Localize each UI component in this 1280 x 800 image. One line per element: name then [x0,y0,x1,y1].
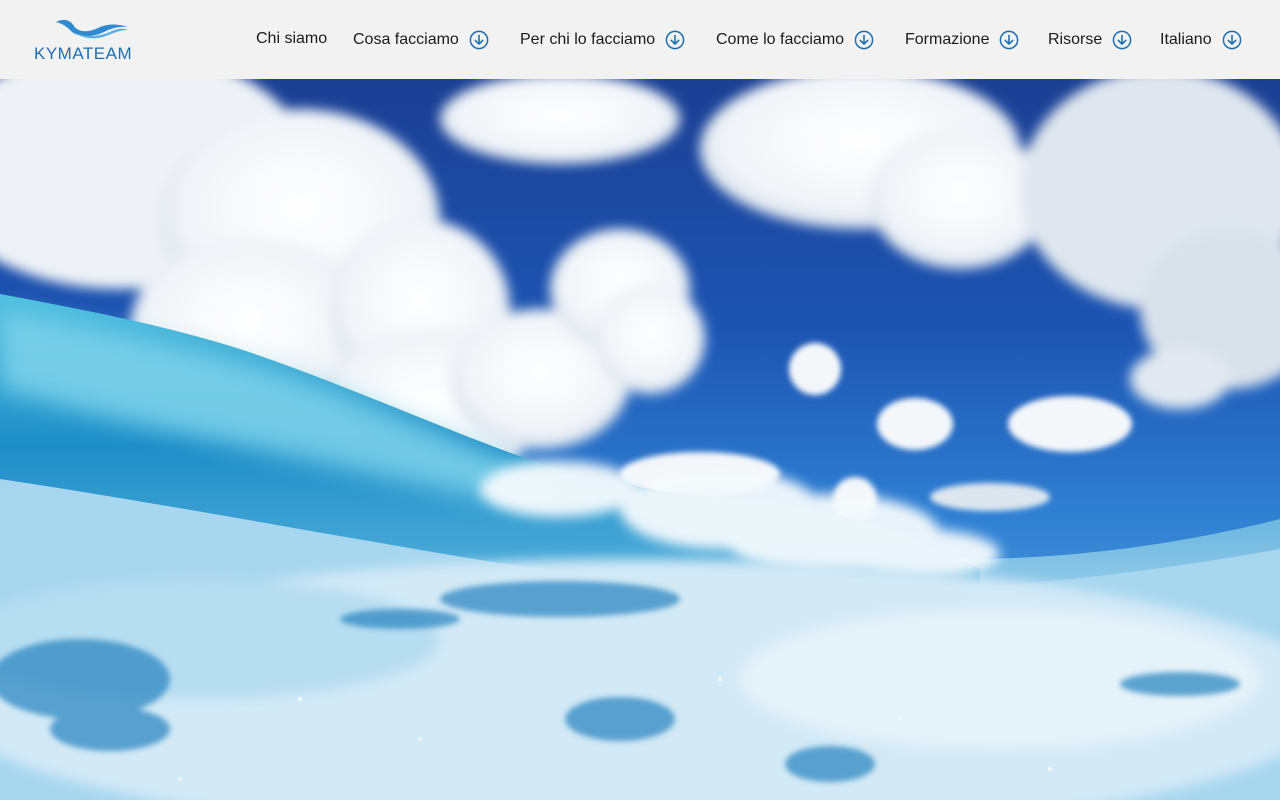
nav-come-lo-facciamo[interactable]: Come lo facciamo [716,28,874,52]
nav-label: Come lo facciamo [716,31,845,48]
nav-label: Per chi lo facciamo [520,31,656,48]
nav-language-italiano[interactable]: Italiano [1160,28,1242,52]
nav-chi-siamo[interactable]: Chi siamo [256,27,327,51]
chevron-down-circle-icon[interactable] [1222,30,1242,50]
chevron-down-circle-icon[interactable] [854,30,874,50]
nav-risorse[interactable]: Risorse [1048,28,1132,52]
chevron-down-circle-icon[interactable] [469,30,489,50]
nav-label: Italiano [1160,31,1212,48]
nav-label: Chi siamo [256,30,328,47]
chevron-down-circle-icon[interactable] [1112,30,1132,50]
nav-cosa-facciamo[interactable]: Cosa facciamo [353,28,489,52]
nav-formazione[interactable]: Formazione [905,28,1019,52]
page: KYMATEAM Chi siamo Cosa facciamo Per chi… [0,0,1280,800]
chevron-down-circle-icon[interactable] [999,30,1019,50]
nav-label: Risorse [1048,31,1103,48]
main-nav: Chi siamo Cosa facciamo Per chi lo facci… [0,0,1280,79]
nav-label: Formazione [905,31,990,48]
ocean-wave-illustration [0,79,1280,800]
nav-per-chi-lo-facciamo[interactable]: Per chi lo facciamo [520,28,685,52]
nav-label: Cosa facciamo [353,31,459,48]
hero-image [0,79,1280,800]
chevron-down-circle-icon[interactable] [665,30,685,50]
site-header: KYMATEAM Chi siamo Cosa facciamo Per chi… [0,0,1280,79]
